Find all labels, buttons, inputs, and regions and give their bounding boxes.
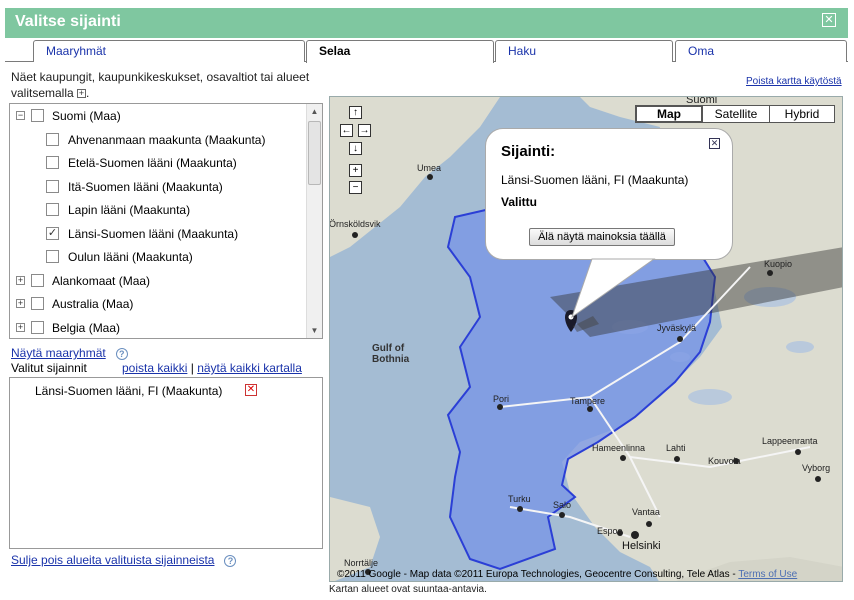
checkbox[interactable] bbox=[46, 180, 59, 193]
info-window: Sijainti: ✕ Länsi-Suomen lääni, FI (Maak… bbox=[485, 128, 733, 260]
map-label-vyborg: Vyborg bbox=[802, 463, 831, 473]
map-copyright: ©2011 Google - Map data ©2011 Europa Tec… bbox=[337, 569, 797, 580]
tab-oma[interactable]: Oma bbox=[675, 40, 847, 62]
pan-up-icon[interactable]: ↑ bbox=[349, 106, 362, 119]
expand-icon[interactable]: + bbox=[16, 299, 25, 308]
map-label-umea: Umea bbox=[417, 163, 442, 173]
checkbox[interactable] bbox=[31, 297, 44, 310]
tab-maaryhmat[interactable]: Maaryhmät bbox=[33, 40, 305, 62]
checkbox[interactable] bbox=[31, 321, 44, 334]
selected-label: Valitut sijainnit bbox=[11, 361, 87, 375]
collapse-icon[interactable]: − bbox=[16, 111, 25, 120]
map-type-map-button[interactable]: Map bbox=[635, 105, 703, 123]
pan-right-icon[interactable]: → bbox=[358, 124, 371, 137]
checkbox-checked[interactable]: ✓ bbox=[46, 227, 59, 240]
map-label-pori: Pori bbox=[493, 394, 510, 404]
help-icon[interactable]: ? bbox=[224, 554, 237, 567]
map-label-espoo: Espoo bbox=[597, 526, 623, 536]
tab-bar: Maaryhmät Selaa Haku Oma bbox=[5, 38, 848, 63]
checkbox[interactable] bbox=[46, 203, 59, 216]
tab-haku[interactable]: Haku bbox=[495, 40, 673, 62]
map-label-helsinki: Helsinki bbox=[622, 540, 661, 552]
tree-item-label: Lapin lääni (Maakunta) bbox=[68, 203, 191, 217]
link-separator: | bbox=[190, 361, 194, 375]
map-label-salo: Salo bbox=[553, 500, 572, 510]
map-label-lappeenranta: Lappeenranta bbox=[762, 436, 818, 446]
description-text: Näet kaupungit, kaupunkikeskukset, osava… bbox=[11, 70, 310, 100]
scroll-down-icon[interactable]: ▼ bbox=[307, 323, 322, 338]
copyright-text: ©2011 Google - Map data ©2011 Europa Tec… bbox=[337, 569, 736, 580]
scrollbar-thumb[interactable] bbox=[308, 121, 321, 185]
selected-header: Valitut sijainnit poista kaikki | näytä … bbox=[11, 361, 325, 375]
selected-item-label: Länsi-Suomen lääni, FI (Maakunta) bbox=[35, 384, 223, 398]
info-window-close-icon[interactable]: ✕ bbox=[709, 138, 720, 149]
browse-description: Näet kaupungit, kaupunkikeskukset, osava… bbox=[11, 70, 310, 100]
checkbox[interactable] bbox=[46, 133, 59, 146]
checkbox[interactable] bbox=[46, 156, 59, 169]
map-label-lahti: Lahti bbox=[666, 443, 686, 453]
checkbox[interactable] bbox=[46, 250, 59, 263]
map-type-hybrid-button[interactable]: Hybrid bbox=[769, 105, 835, 123]
expand-icon[interactable]: + bbox=[16, 323, 25, 332]
tree-item-label: Ahvenanmaan maakunta (Maakunta) bbox=[68, 133, 266, 147]
info-window-location: Länsi-Suomen lääni, FI (Maakunta) bbox=[501, 173, 689, 187]
exclude-areas-link[interactable]: Sulje pois alueita valituista sijainneis… bbox=[11, 553, 214, 567]
map-label-kuopio: Kuopio bbox=[764, 259, 793, 269]
scroll-up-icon[interactable]: ▲ bbox=[307, 104, 322, 119]
tree-item-label: Alankomaat (Maa) bbox=[52, 274, 151, 288]
checkbox[interactable] bbox=[31, 109, 44, 122]
map-label-gulf-line1: Gulf of bbox=[372, 343, 405, 354]
pan-down-icon[interactable]: ↓ bbox=[349, 142, 362, 155]
tree-item-label: Itä-Suomen lääni (Maakunta) bbox=[68, 180, 223, 194]
tab-selaa[interactable]: Selaa bbox=[306, 40, 494, 63]
selected-locations-list: Länsi-Suomen lääni, FI (Maakunta) ✕ bbox=[9, 377, 323, 549]
map-note: Kartan alueet ovat suuntaa-antavia. bbox=[329, 584, 487, 595]
tree-item-label: Australia (Maa) bbox=[52, 297, 134, 311]
disable-map-link[interactable]: Poista kartta käytöstä bbox=[746, 76, 842, 87]
location-tree: − Suomi (Maa) Ahvenanmaan maakunta (Maak… bbox=[9, 103, 323, 339]
dont-show-ads-button[interactable]: Älä näytä mainoksia täällä bbox=[529, 228, 675, 246]
tree-item-label: Suomi (Maa) bbox=[52, 109, 121, 123]
show-all-on-map-link[interactable]: näytä kaikki kartalla bbox=[197, 361, 302, 375]
tree-item-label: Belgia (Maa) bbox=[52, 321, 121, 335]
map-label-vantaa: Vantaa bbox=[632, 507, 660, 517]
checkbox[interactable] bbox=[31, 274, 44, 287]
expand-icon[interactable]: + bbox=[16, 276, 25, 285]
dialog-titlebar: Valitse sijainti ✕ bbox=[5, 8, 848, 38]
tree-scrollbar[interactable]: ▲ ▼ bbox=[306, 104, 322, 338]
map-label-jyvaskyla: Jyväskylä bbox=[657, 323, 697, 333]
exclude-row: Sulje pois alueita valituista sijainneis… bbox=[11, 553, 237, 567]
tree-item-label: Etelä-Suomen lääni (Maakunta) bbox=[68, 156, 237, 170]
map-label-ornskoldsvik: Örnsköldsvik bbox=[329, 219, 381, 229]
map-label-gulf-line2: Bothnia bbox=[372, 354, 410, 365]
zoom-out-icon[interactable]: − bbox=[349, 181, 362, 194]
pan-left-icon[interactable]: ← bbox=[340, 124, 353, 137]
map-label-tampere: Tampere bbox=[570, 396, 606, 406]
map-view[interactable]: Suomi Umea Örnsköldsvik Gulf of Bothnia … bbox=[329, 96, 843, 582]
map-label-turku: Turku bbox=[508, 494, 531, 504]
terms-of-use-link[interactable]: Terms of Use bbox=[738, 569, 797, 580]
show-groups-link[interactable]: Näytä maaryhmät bbox=[11, 346, 106, 360]
zoom-in-icon[interactable]: + bbox=[349, 164, 362, 177]
info-window-title: Sijainti: bbox=[501, 143, 556, 160]
expand-plus-icon: + bbox=[77, 88, 87, 99]
help-icon[interactable]: ? bbox=[115, 347, 128, 360]
info-window-status: Valittu bbox=[501, 195, 538, 209]
show-groups-row: Näytä maaryhmät ? bbox=[11, 346, 128, 360]
tree-item-label: Länsi-Suomen lääni (Maakunta) bbox=[68, 227, 239, 241]
remove-icon[interactable]: ✕ bbox=[245, 384, 257, 396]
map-label-norrtalje: Norrtälje bbox=[344, 558, 379, 568]
map-type-satellite-button[interactable]: Satellite bbox=[702, 105, 770, 123]
close-icon[interactable]: ✕ bbox=[822, 13, 836, 27]
map-label-kouvola: Kouvola bbox=[708, 456, 741, 466]
tree-item-label: Oulun lääni (Maakunta) bbox=[68, 250, 193, 264]
dialog-title: Valitse sijainti bbox=[15, 13, 121, 30]
map-label-hameenlinna: Hameenlinna bbox=[592, 443, 646, 453]
remove-all-link[interactable]: poista kaikki bbox=[122, 361, 187, 375]
